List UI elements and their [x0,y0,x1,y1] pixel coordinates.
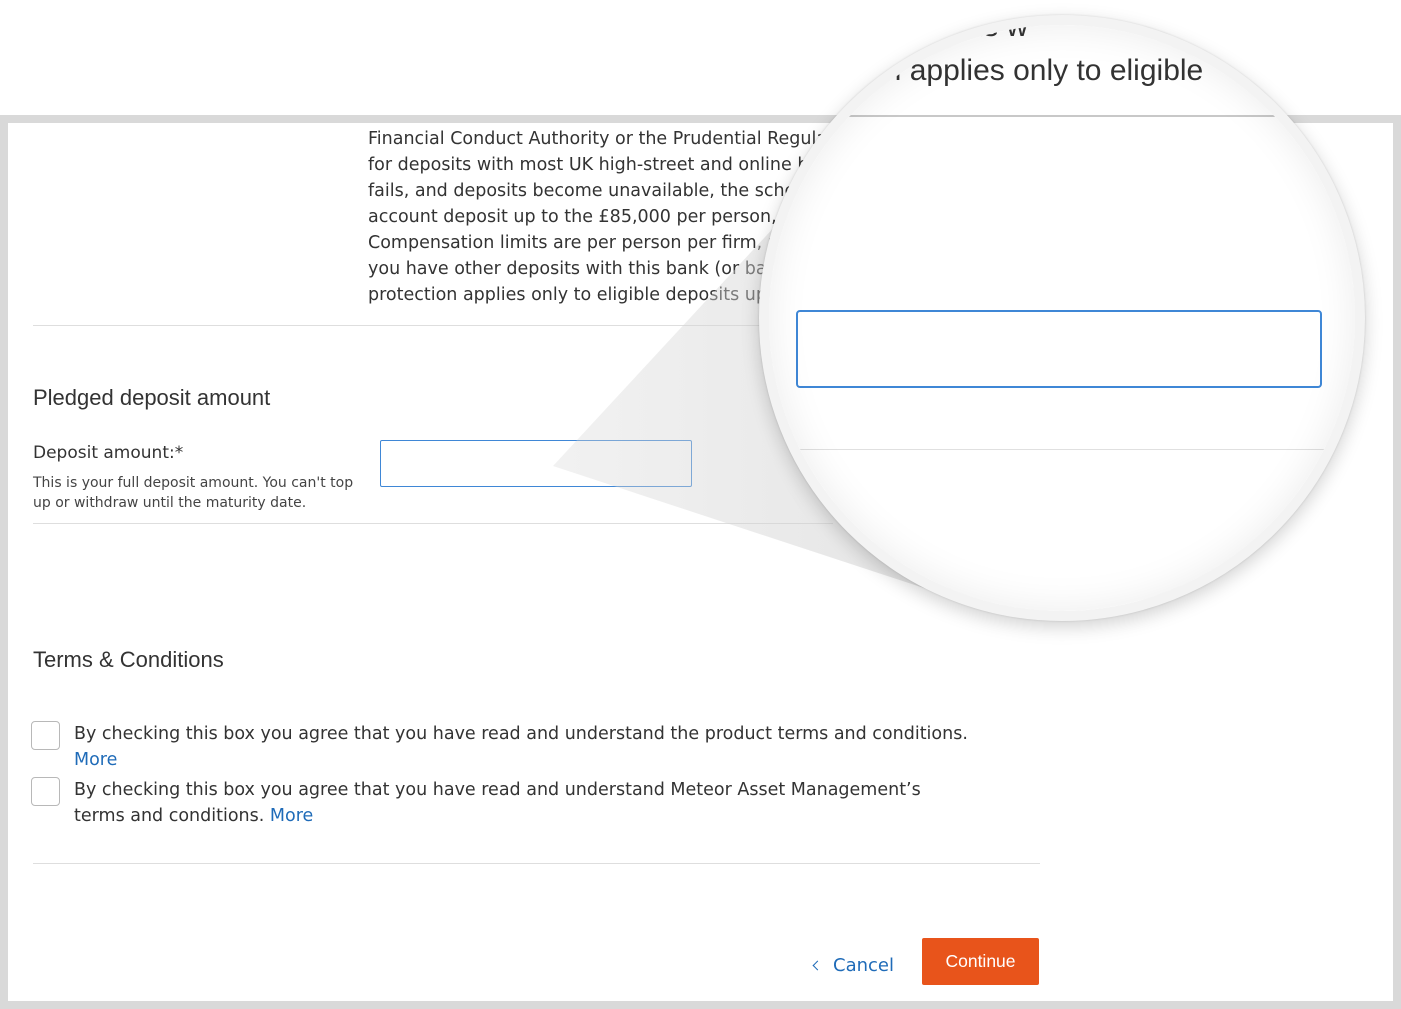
section-divider [33,863,1040,864]
magnified-text-line: r deposits w [868,15,1029,43]
continue-button[interactable]: Continue [922,938,1039,985]
product-terms-label: By checking this box you agree that you … [74,724,968,744]
deposit-amount-input[interactable] [380,440,692,487]
magnifier-content: r deposits w on applies only to eligible [769,15,1355,611]
zoom-magnifier: r deposits w on applies only to eligible [759,15,1365,621]
product-terms-text: By checking this box you agree that you … [74,721,991,773]
terms-row-product: By checking this box you agree that you … [31,721,991,773]
meteor-terms-checkbox[interactable] [31,777,60,806]
meteor-terms-label: By checking this box you agree that you … [74,780,921,826]
cancel-button[interactable]: Cancel [812,955,894,976]
deposit-amount-help: This is your full deposit amount. You ca… [33,475,354,511]
section-divider [33,523,833,524]
meteor-terms-more-link[interactable]: More [270,806,313,826]
meteor-terms-text: By checking this box you agree that you … [74,777,974,829]
disclosure-line: fails, and deposits become unavailable, … [368,181,824,201]
product-terms-checkbox[interactable] [31,721,60,750]
disclosure-line: for deposits with most UK high-street an… [368,155,838,175]
magnified-divider [769,449,1355,450]
chevron-left-icon [812,960,823,971]
terms-section-title: Terms & Conditions [33,647,224,672]
magnified-deposit-input [796,310,1322,388]
magnified-text-line: on applies only to eligible [868,54,1204,87]
disclosure-line: account deposit up to the £85,000 per pe… [368,207,812,227]
deposit-amount-label: Deposit amount:* [33,443,184,463]
cancel-label: Cancel [833,955,894,976]
product-terms-more-link[interactable]: More [74,750,117,770]
terms-row-meteor: By checking this box you agree that you … [31,777,991,829]
disclosure-line: Financial Conduct Authority or the Prude… [368,129,838,149]
pledged-section-title: Pledged deposit amount [33,385,271,410]
magnified-frame-edge [769,115,1355,117]
